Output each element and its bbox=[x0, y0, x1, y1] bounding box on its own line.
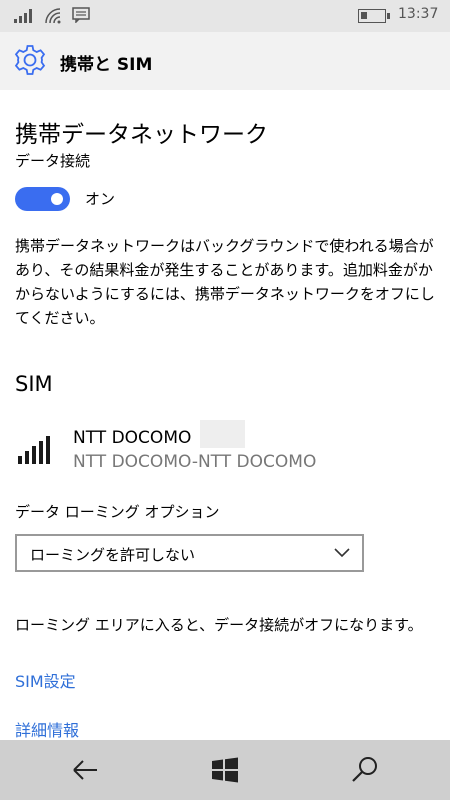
roaming-note: ローミング エリアに入ると、データ接続がオフになります。 bbox=[15, 616, 423, 634]
data-connection-toggle[interactable] bbox=[15, 187, 70, 211]
windows-logo-icon[interactable] bbox=[207, 752, 243, 788]
chevron-down-icon bbox=[334, 548, 350, 558]
status-bar: 13:37 bbox=[0, 0, 450, 32]
cellular-heading: 携帯データネットワーク bbox=[15, 122, 268, 148]
toggle-knob bbox=[51, 193, 63, 205]
cellular-description: 携帯データネットワークはバックグラウンドで使われる場合があり、その結果料金が発生… bbox=[15, 237, 435, 327]
sim-name[interactable]: NTT DOCOMO bbox=[73, 428, 191, 448]
details-link[interactable]: 詳細情報 bbox=[15, 717, 79, 740]
sim-heading: SIM bbox=[15, 372, 53, 396]
redacted-block bbox=[200, 420, 245, 448]
sim-carrier: NTT DOCOMO-NTT DOCOMO bbox=[73, 452, 317, 472]
toggle-state-label: オン bbox=[85, 190, 116, 208]
message-icon bbox=[72, 7, 90, 23]
roaming-dropdown[interactable]: ローミングを許可しない bbox=[15, 534, 364, 572]
roaming-options-label: データ ローミング オプション bbox=[15, 503, 220, 521]
title-bar: 携帯と SIM bbox=[0, 32, 450, 90]
clock: 13:37 bbox=[398, 6, 439, 22]
signal-strength-icon bbox=[18, 436, 50, 464]
roaming-dropdown-value: ローミングを許可しない bbox=[30, 546, 196, 564]
search-icon[interactable] bbox=[347, 752, 383, 788]
page-title: 携帯と SIM bbox=[60, 55, 153, 75]
settings-content[interactable]: 携帯データネットワーク データ接続 オン 携帯データネットワークはバックグラウン… bbox=[0, 90, 450, 740]
signal-icon bbox=[14, 9, 36, 23]
nav-bar bbox=[0, 740, 450, 800]
data-connection-label: データ接続 bbox=[15, 152, 91, 170]
battery-icon bbox=[358, 9, 390, 23]
wifi-icon bbox=[45, 8, 61, 24]
gear-icon bbox=[14, 45, 46, 75]
sim-settings-link[interactable]: SIM設定 bbox=[15, 668, 76, 692]
back-arrow-icon[interactable] bbox=[67, 752, 103, 788]
